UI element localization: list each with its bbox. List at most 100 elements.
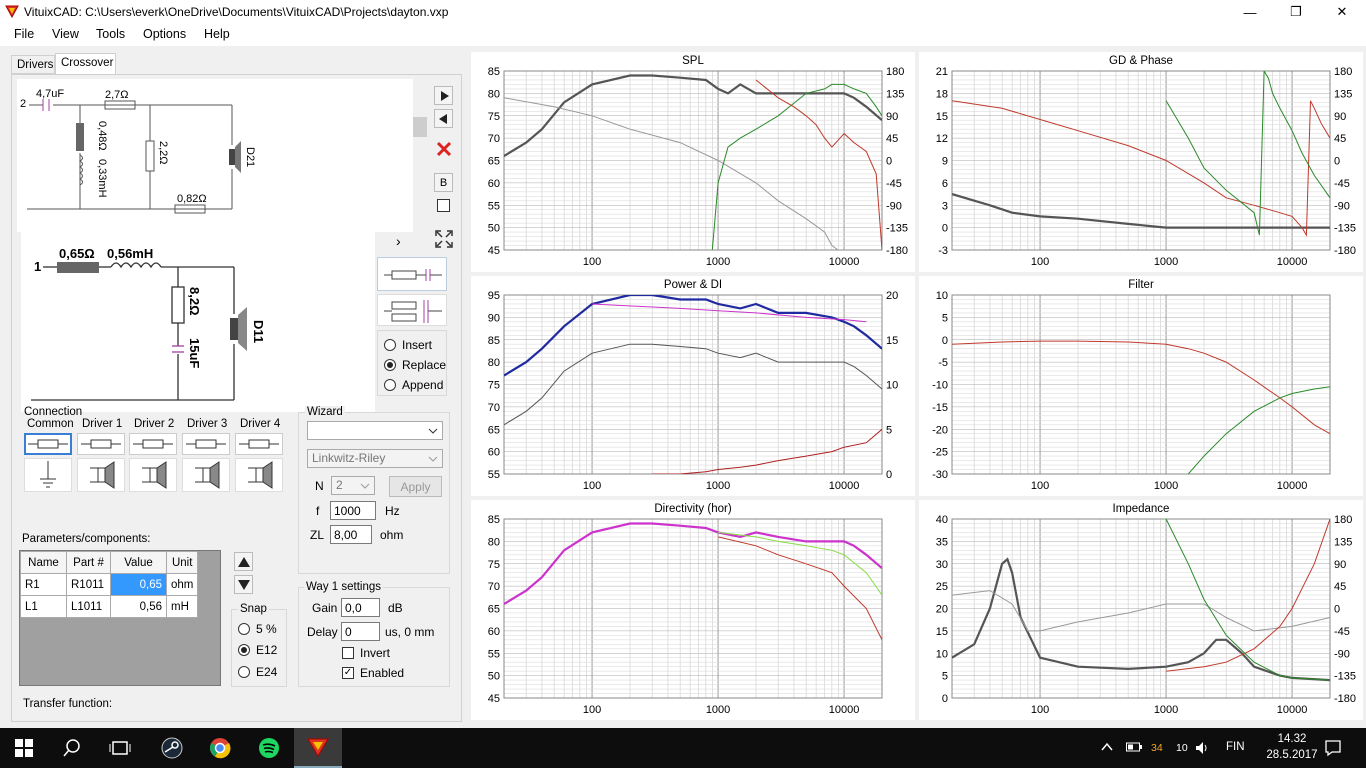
zl-input[interactable]: 8,00 — [330, 525, 372, 544]
y-tick-label: 0 — [942, 223, 948, 235]
move-right-button[interactable] — [434, 86, 453, 105]
tray-show-hidden-button[interactable] — [1100, 740, 1116, 756]
spotify-taskbar-button[interactable] — [245, 728, 293, 768]
connection-driver4-speaker[interactable] — [235, 458, 283, 492]
chevron-down-icon — [428, 428, 438, 434]
move-down-button[interactable] — [234, 575, 253, 594]
series-line — [952, 590, 1330, 632]
y2-tick-label: 45 — [1334, 133, 1346, 145]
palette-series-item[interactable] — [377, 257, 447, 291]
invert-check-box[interactable] — [342, 647, 354, 659]
restore-button[interactable]: ❐ — [1273, 0, 1319, 24]
connection-driver3-speaker[interactable] — [182, 458, 230, 492]
arrow-left-icon — [438, 113, 447, 124]
delay-input[interactable]: 0 — [341, 622, 380, 641]
snap-e24-circle[interactable] — [238, 666, 250, 678]
clock-time[interactable]: 14.32 — [1272, 733, 1312, 745]
gd-phase-plot: 21 18 15 12 9 6 3 0 -3 180 135 90 45 0 -45 -90 -135 -180 1… — [936, 66, 1356, 268]
connection-driver2-speaker[interactable] — [129, 458, 177, 492]
connection-driver4-resistor[interactable] — [235, 433, 283, 455]
menu-file[interactable]: File — [14, 27, 34, 41]
palette-parallel-item[interactable] — [377, 294, 447, 326]
menu-tools[interactable]: Tools — [96, 27, 125, 41]
apply-button[interactable]: Apply — [389, 476, 442, 497]
vituixcad-icon — [307, 738, 329, 757]
replace-label: Replace — [402, 358, 447, 372]
menu-options[interactable]: Options — [143, 27, 186, 41]
y-tick-label: 40 — [936, 514, 948, 526]
connection-common-ground[interactable] — [24, 458, 72, 492]
b-button[interactable]: B — [434, 173, 453, 192]
power-di-chart[interactable]: Power & DI 95 90 85 80 75 70 65 60 55 20 15 10 5 0 100 1… — [471, 276, 915, 496]
menu-view[interactable]: View — [52, 27, 79, 41]
snap-e12-radio[interactable]: E12 — [238, 643, 277, 657]
impedance-chart[interactable]: Impedance 40 35 30 25 20 15 10 5 0 180 135 90 45 0 -45-… — [919, 500, 1363, 720]
table-row[interactable]: R1 R1011 0,65 ohm — [20, 573, 199, 596]
snap-5pct-radio[interactable]: 5 % — [238, 622, 277, 636]
move-up-button[interactable] — [234, 552, 253, 571]
filter-type-select[interactable]: Linkwitz-Riley — [307, 449, 443, 468]
y2-tick-label: -45 — [1334, 178, 1350, 190]
tab-drivers[interactable]: Drivers — [11, 55, 55, 74]
connection-driver1-resistor[interactable] — [77, 433, 125, 455]
task-view-button[interactable] — [96, 728, 144, 768]
snap-e12-circle[interactable] — [238, 644, 250, 656]
y-tick-label: 5 — [942, 671, 948, 683]
delete-component-button[interactable] — [434, 139, 453, 158]
frequency-input[interactable]: 1000 — [330, 501, 376, 520]
start-button[interactable] — [0, 728, 48, 768]
gd-phase-chart[interactable]: GD & Phase 21 18 15 12 9 6 3 0 -3 180 135 90 45 0 -45 -9… — [919, 52, 1363, 272]
y-tick-label: 0 — [942, 335, 948, 347]
invert-checkbox[interactable]: Invert — [342, 646, 390, 660]
insert-radio-circle[interactable] — [384, 339, 396, 351]
replace-radio-circle[interactable] — [384, 359, 396, 371]
schematic-scrollbar-thumb[interactable] — [413, 117, 427, 137]
spl-chart[interactable]: SPL 85 80 75 70 65 60 55 50 45 180 135 90 45 0 -45 -90 -1… — [471, 52, 915, 272]
enabled-check-icon[interactable]: ✓ — [342, 667, 354, 679]
series-line — [1187, 386, 1330, 474]
y-tick-label: 85 — [488, 335, 500, 347]
x-tick-label: 100 — [583, 704, 601, 716]
close-window-button[interactable]: ✕ — [1319, 0, 1365, 24]
connection-common-resistor[interactable] — [24, 433, 72, 455]
volume-tray-button[interactable] — [1194, 740, 1210, 759]
connection-driver3-resistor[interactable] — [182, 433, 230, 455]
move-left-button[interactable] — [434, 109, 453, 128]
steam-taskbar-button[interactable] — [148, 728, 196, 768]
gain-input[interactable]: 0,0 — [341, 598, 380, 617]
insert-radio[interactable]: Insert — [384, 338, 432, 352]
action-center-button[interactable] — [1324, 739, 1342, 760]
expand-arrow-button[interactable]: › — [396, 233, 401, 249]
vituixcad-taskbar-button[interactable] — [294, 728, 342, 768]
col-unit-header: Unit — [165, 551, 199, 574]
connection-driver1-speaker[interactable] — [77, 458, 125, 492]
append-radio-circle[interactable] — [384, 379, 396, 391]
chrome-taskbar-button[interactable] — [196, 728, 244, 768]
circuit-schematic[interactable]: 2 4,7uF 2,7Ω 0,48Ω 0,33mH 2,2Ω 0,82Ω D21 — [17, 79, 413, 232]
snap-5pct-circle[interactable] — [238, 623, 250, 635]
menu-help[interactable]: Help — [204, 27, 230, 41]
clock-date[interactable]: 28.5.2017 — [1262, 749, 1322, 761]
row-value-selected[interactable]: 0,65 — [110, 573, 167, 596]
replace-radio[interactable]: Replace — [384, 358, 446, 372]
row-value[interactable]: 0,56 — [110, 595, 167, 618]
append-radio[interactable]: Append — [384, 378, 443, 392]
input-language[interactable]: FIN — [1226, 741, 1245, 753]
enabled-checkbox[interactable]: ✓ Enabled — [342, 666, 404, 680]
tab-crossover[interactable]: Crossover — [55, 53, 116, 75]
snap-e24-radio[interactable]: E24 — [238, 665, 277, 679]
order-select[interactable]: 2 — [331, 476, 375, 495]
invert-label: Invert — [360, 646, 391, 660]
minimize-button[interactable]: — — [1227, 0, 1273, 24]
y-tick-label: 80 — [488, 357, 500, 369]
connection-driver2-resistor[interactable] — [129, 433, 177, 455]
fit-view-button[interactable] — [434, 229, 454, 249]
directivity-hor-chart[interactable]: Directivity (hor) 85 80 75 70 65 60 55 50 45 100 10… — [471, 500, 915, 720]
square-toggle-button[interactable] — [437, 199, 450, 212]
battery-tray-button[interactable] — [1126, 741, 1142, 756]
wizard-type-select[interactable] — [307, 421, 443, 440]
search-button[interactable] — [48, 728, 96, 768]
table-row[interactable]: L1 L1011 0,56 mH — [20, 595, 199, 618]
filter-chart[interactable]: Filter 10 5 0 -5 -10 -15 -20 -25 -30 100 1000 10000 — [919, 276, 1363, 496]
y-tick-label: 60 — [488, 447, 500, 459]
